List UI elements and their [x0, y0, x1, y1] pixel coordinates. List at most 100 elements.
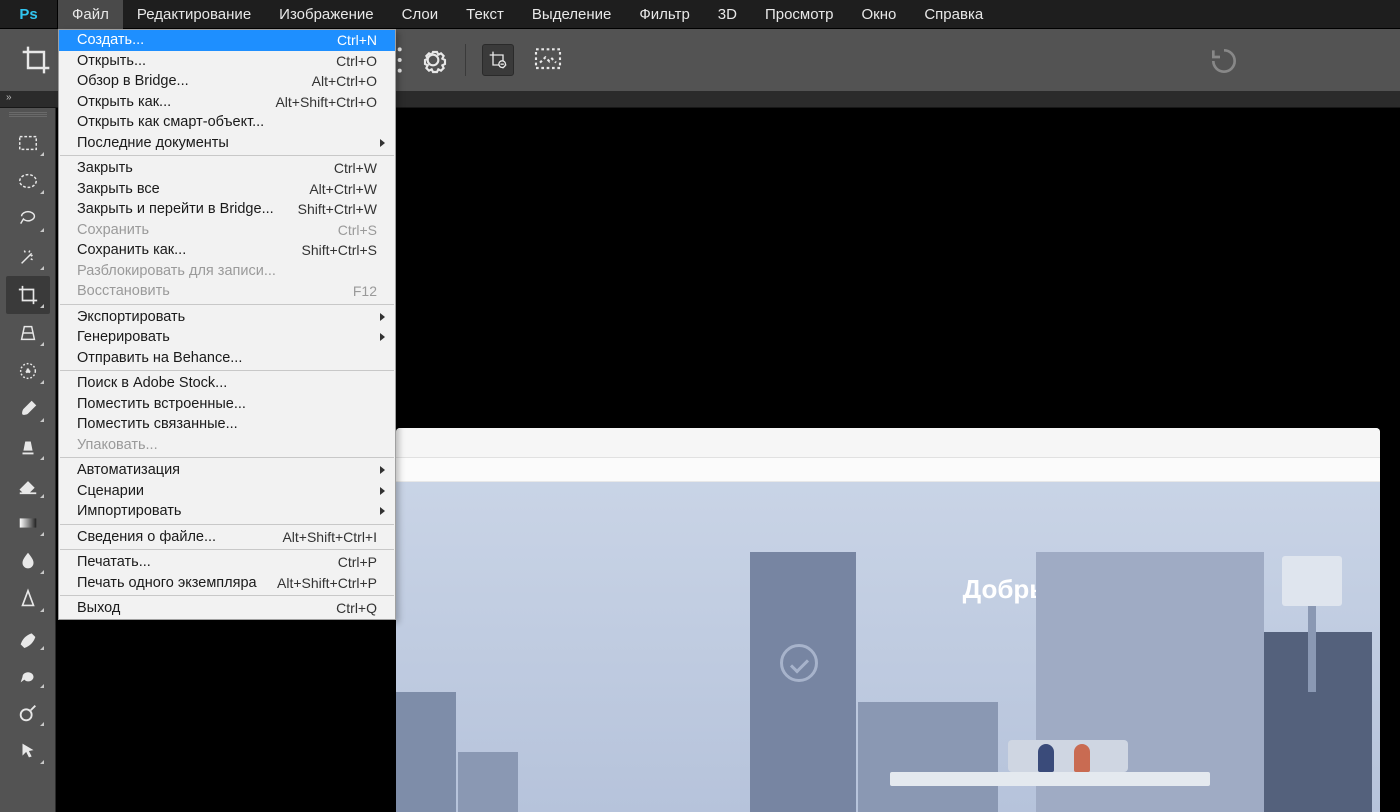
menu-item-label: Поместить встроенные... — [77, 394, 246, 415]
menu-фильтр[interactable]: Фильтр — [625, 0, 703, 29]
menu-separator — [60, 155, 394, 156]
menu-просмотр[interactable]: Просмотр — [751, 0, 848, 29]
menu-item[interactable]: Печатать...Ctrl+P — [59, 552, 395, 573]
menu-item-label: Печатать... — [77, 552, 151, 573]
tool-gradient[interactable] — [6, 504, 50, 542]
menu-separator — [60, 524, 394, 525]
menu-item: Разблокировать для записи... — [59, 261, 395, 282]
menu-item-label: Восстановить — [77, 281, 170, 302]
menu-item[interactable]: Отправить на Behance... — [59, 348, 395, 369]
menubar: Ps ФайлРедактированиеИзображениеСлоиТекс… — [0, 0, 1400, 29]
tool-marquee-rect[interactable] — [6, 124, 50, 162]
menu-separator — [60, 370, 394, 371]
menu-item-label: Создать... — [77, 30, 144, 51]
menu-item[interactable]: Печать одного экземпляраAlt+Shift+Ctrl+P — [59, 573, 395, 594]
menu-item-shortcut: Alt+Shift+Ctrl+I — [282, 527, 377, 548]
expand-icon: » — [6, 92, 12, 103]
menu-item-label: Закрыть и перейти в Bridge... — [77, 199, 274, 220]
tool-eraser[interactable] — [6, 466, 50, 504]
tool-perspective-crop[interactable] — [6, 314, 50, 352]
menu-item-label: Сценарии — [77, 481, 144, 502]
menu-окно[interactable]: Окно — [847, 0, 910, 29]
tool-crop[interactable] — [6, 276, 50, 314]
menu-item-shortcut: Alt+Ctrl+W — [309, 179, 377, 200]
menu-item[interactable]: Поместить встроенные... — [59, 394, 395, 415]
sign-icon — [1282, 556, 1342, 606]
tool-lasso[interactable] — [6, 200, 50, 238]
menu-item-label: Открыть как смарт-объект... — [77, 112, 264, 133]
submenu-arrow-icon — [380, 466, 385, 474]
doc-illustration: Добрый день! — [396, 482, 1380, 812]
menu-изображение[interactable]: Изображение — [265, 0, 388, 29]
menu-item-shortcut: Shift+Ctrl+S — [302, 240, 377, 261]
menu-item-label: Поместить связанные... — [77, 414, 238, 435]
menu-item[interactable]: Закрыть и перейти в Bridge... Shift+Ctrl+… — [59, 199, 395, 220]
menu-item-label: Печать одного экземпляра — [77, 573, 257, 594]
menu-item[interactable]: Сценарии — [59, 481, 395, 502]
menu-item-shortcut: Ctrl+W — [334, 158, 377, 179]
toolbox — [0, 108, 56, 812]
tool-brush[interactable] — [6, 390, 50, 428]
menu-текст[interactable]: Текст — [452, 0, 518, 29]
menu-item-label: Закрыть все — [77, 179, 160, 200]
menu-item[interactable]: Автоматизация — [59, 460, 395, 481]
menu-редактирование[interactable]: Редактирование — [123, 0, 265, 29]
menu-item[interactable]: Открыть как смарт-объект... — [59, 112, 395, 133]
menu-separator — [60, 549, 394, 550]
menu-справка[interactable]: Справка — [910, 0, 997, 29]
menu-item[interactable]: Последние документы — [59, 133, 395, 154]
menu-файл[interactable]: Файл — [58, 0, 123, 29]
menu-item[interactable]: Импортировать — [59, 501, 395, 522]
menu-слои[interactable]: Слои — [388, 0, 452, 29]
menu-item-label: Отправить на Behance... — [77, 348, 242, 369]
menu-separator — [60, 595, 394, 596]
panel-handle[interactable] — [9, 112, 47, 118]
tool-marquee-ellipse[interactable] — [6, 162, 50, 200]
tool-dodge[interactable] — [6, 694, 50, 732]
menu-separator — [60, 457, 394, 458]
tool-magic-wand[interactable] — [6, 238, 50, 276]
menu-item-label: Открыть... — [77, 51, 146, 72]
menu-item[interactable]: Поместить связанные... — [59, 414, 395, 435]
menu-item[interactable]: Сведения о файле...Alt+Shift+Ctrl+I — [59, 527, 395, 548]
menu-item[interactable]: Экспортировать — [59, 307, 395, 328]
tool-smudge[interactable] — [6, 656, 50, 694]
tool-sharpen[interactable] — [6, 580, 50, 618]
crop-tool-icon[interactable] — [20, 44, 52, 76]
tool-path-select[interactable] — [6, 732, 50, 770]
menu-item[interactable]: Генерировать — [59, 327, 395, 348]
menu-item-label: Обзор в Bridge... — [77, 71, 189, 92]
menu-item-label: Выход — [77, 598, 120, 619]
menu-item[interactable]: ВыходCtrl+Q — [59, 598, 395, 619]
reset-icon[interactable] — [1208, 45, 1240, 77]
menu-item[interactable]: Сохранить как...Shift+Ctrl+S — [59, 240, 395, 261]
menu-item[interactable]: Создать...Ctrl+N — [59, 30, 395, 51]
tool-spot-heal[interactable] — [6, 352, 50, 390]
submenu-arrow-icon — [380, 313, 385, 321]
menu-item-label: Импортировать — [77, 501, 181, 522]
menu-3d[interactable]: 3D — [704, 0, 751, 29]
menu-item[interactable]: Закрыть все Alt+Ctrl+W — [59, 179, 395, 200]
menu-item[interactable]: Открыть как...Alt+Shift+Ctrl+O — [59, 92, 395, 113]
menu-separator — [60, 304, 394, 305]
delete-cropped-icon[interactable] — [482, 44, 514, 76]
menu-item-shortcut: F12 — [353, 281, 377, 302]
settings-icon[interactable] — [417, 44, 449, 76]
menu-выделение[interactable]: Выделение — [518, 0, 625, 29]
menu-item-label: Закрыть — [77, 158, 133, 179]
menu-item[interactable]: Поиск в Adobe Stock... — [59, 373, 395, 394]
tool-clone-stamp[interactable] — [6, 428, 50, 466]
menu-item-shortcut: Shift+Ctrl+W — [298, 199, 377, 220]
menu-item[interactable]: Открыть... Ctrl+O — [59, 51, 395, 72]
submenu-arrow-icon — [380, 507, 385, 515]
submenu-arrow-icon — [380, 139, 385, 147]
menu-item[interactable]: Закрыть Ctrl+W — [59, 158, 395, 179]
menu-item-label: Автоматизация — [77, 460, 180, 481]
menu-item-shortcut: Ctrl+O — [336, 51, 377, 72]
tool-pen[interactable] — [6, 618, 50, 656]
tool-blur[interactable] — [6, 542, 50, 580]
content-aware-icon[interactable] — [532, 44, 564, 76]
menu-item-label: Упаковать... — [77, 435, 158, 456]
menu-item[interactable]: Обзор в Bridge...Alt+Ctrl+O — [59, 71, 395, 92]
menu-item: СохранитьCtrl+S — [59, 220, 395, 241]
